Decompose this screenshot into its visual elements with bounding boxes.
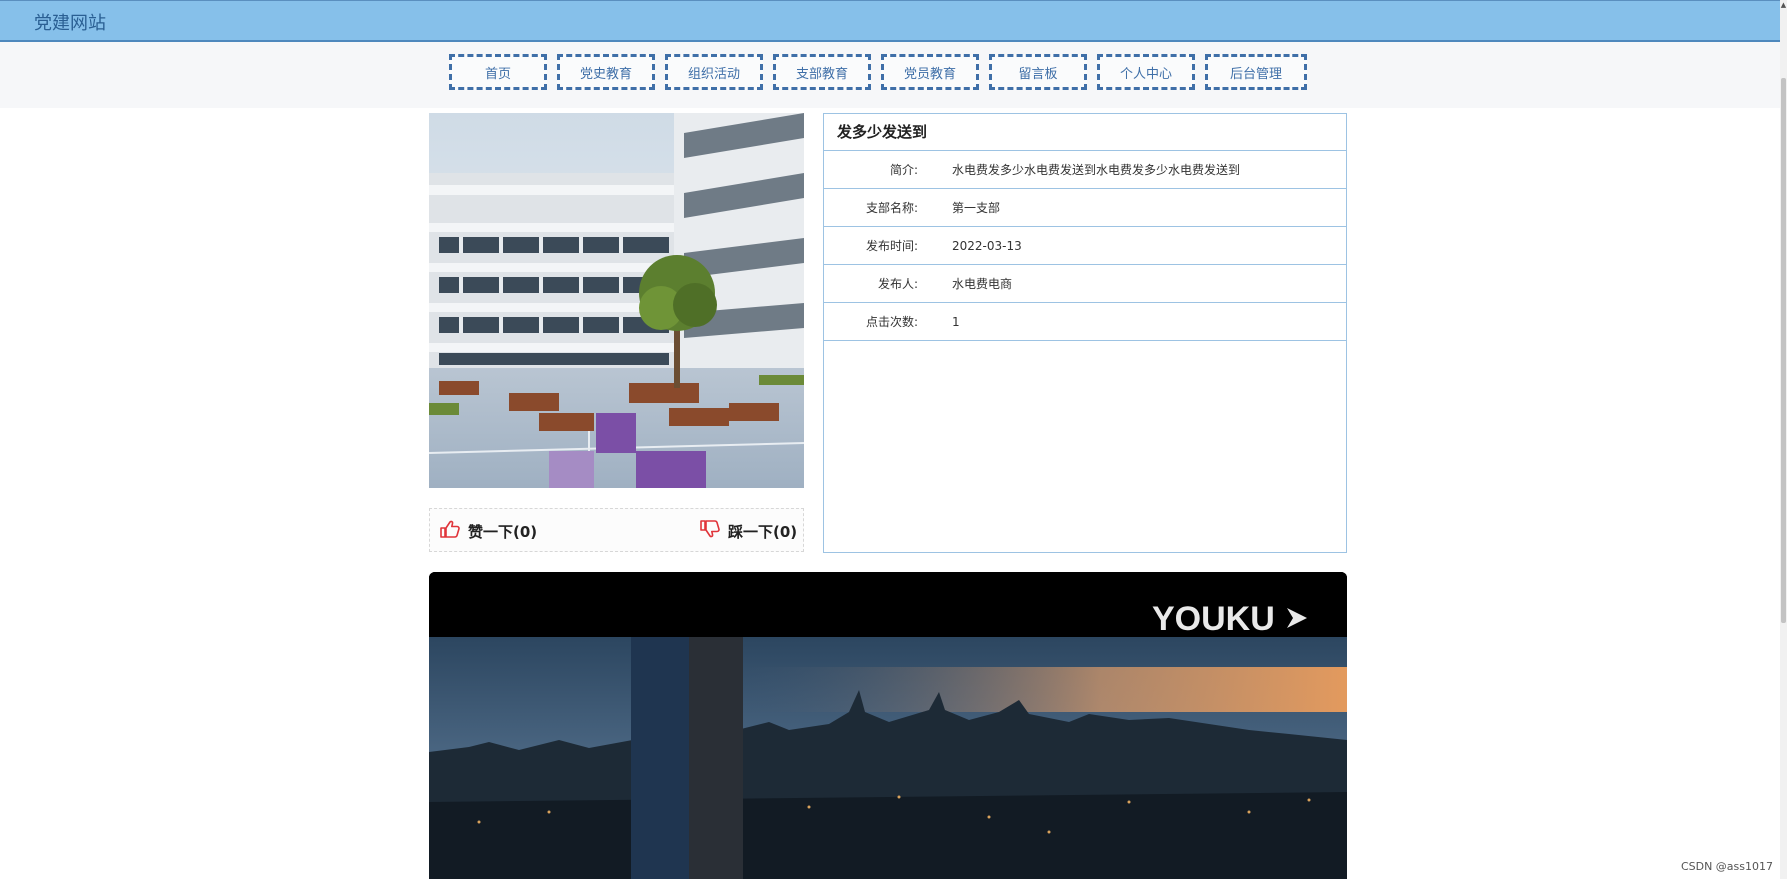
detail-value: 2022-03-13: [952, 238, 1022, 253]
thumbs-down-icon: [700, 520, 720, 542]
detail-row-publish-time: 发布时间: 2022-03-13: [824, 227, 1346, 265]
detail-value: 水电费电商: [952, 277, 1013, 291]
nav-item-branch-education[interactable]: 支部教育: [773, 54, 871, 90]
site-header: 党建网站: [0, 0, 1780, 42]
detail-label: 发布人:: [877, 277, 918, 291]
site-title[interactable]: 党建网站: [34, 9, 106, 35]
detail-row-clicks: 点击次数: 1: [824, 303, 1346, 341]
campus-courtyard-photo: [429, 113, 804, 488]
nav-bar: 首页 党史教育 组织活动 支部教育 党员教育 留言板 个人中心 后台管理: [0, 42, 1780, 108]
youku-logo: YOUKU: [1152, 600, 1275, 638]
nav-item-home[interactable]: 首页: [449, 54, 547, 90]
video-player[interactable]: YOUKU: [429, 572, 1347, 879]
vote-bar: 赞一下(0) 踩一下(0): [429, 508, 804, 552]
page-scrollbar[interactable]: ▲: [1780, 0, 1787, 879]
detail-row-intro: 简介: 水电费发多少水电费发送到水电费发多少水电费发送到: [824, 151, 1346, 189]
watermark: CSDN @ass1017: [1680, 860, 1773, 873]
city-skyline-video-frame: YOUKU: [429, 572, 1347, 879]
like-label: 赞一下(0): [468, 522, 538, 541]
scroll-up-icon[interactable]: ▲: [1780, 0, 1787, 10]
detail-row-publisher: 发布人: 水电费电商: [824, 265, 1346, 303]
nav-item-party-history[interactable]: 党史教育: [557, 54, 655, 90]
article-title: 发多少发送到: [824, 114, 1346, 151]
article-image: [429, 113, 804, 488]
dislike-label: 踩一下(0): [728, 522, 798, 541]
nav-item-activities[interactable]: 组织活动: [665, 54, 763, 90]
detail-panel: 发多少发送到 简介: 水电费发多少水电费发送到水电费发多少水电费发送到 支部名称…: [823, 113, 1347, 553]
detail-label: 支部名称:: [865, 201, 918, 215]
detail-value: 第一支部: [952, 201, 1001, 215]
nav-item-message-board[interactable]: 留言板: [989, 54, 1087, 90]
detail-value: 水电费发多少水电费发送到水电费发多少水电费发送到: [952, 163, 1241, 177]
detail-label: 点击次数:: [865, 315, 918, 329]
detail-value: 1: [952, 314, 960, 329]
like-button[interactable]: 赞一下(0): [440, 520, 537, 542]
nav-list: 首页 党史教育 组织活动 支部教育 党员教育 留言板 个人中心 后台管理: [449, 54, 1307, 90]
nav-item-personal-center[interactable]: 个人中心: [1097, 54, 1195, 90]
scroll-thumb[interactable]: [1781, 78, 1786, 623]
dislike-button[interactable]: 踩一下(0): [700, 520, 797, 542]
thumbs-up-icon: [440, 520, 460, 542]
detail-label: 发布时间:: [865, 239, 918, 253]
detail-label: 简介:: [889, 163, 918, 177]
detail-row-branch: 支部名称: 第一支部: [824, 189, 1346, 227]
nav-item-member-education[interactable]: 党员教育: [881, 54, 979, 90]
nav-item-admin[interactable]: 后台管理: [1205, 54, 1307, 90]
